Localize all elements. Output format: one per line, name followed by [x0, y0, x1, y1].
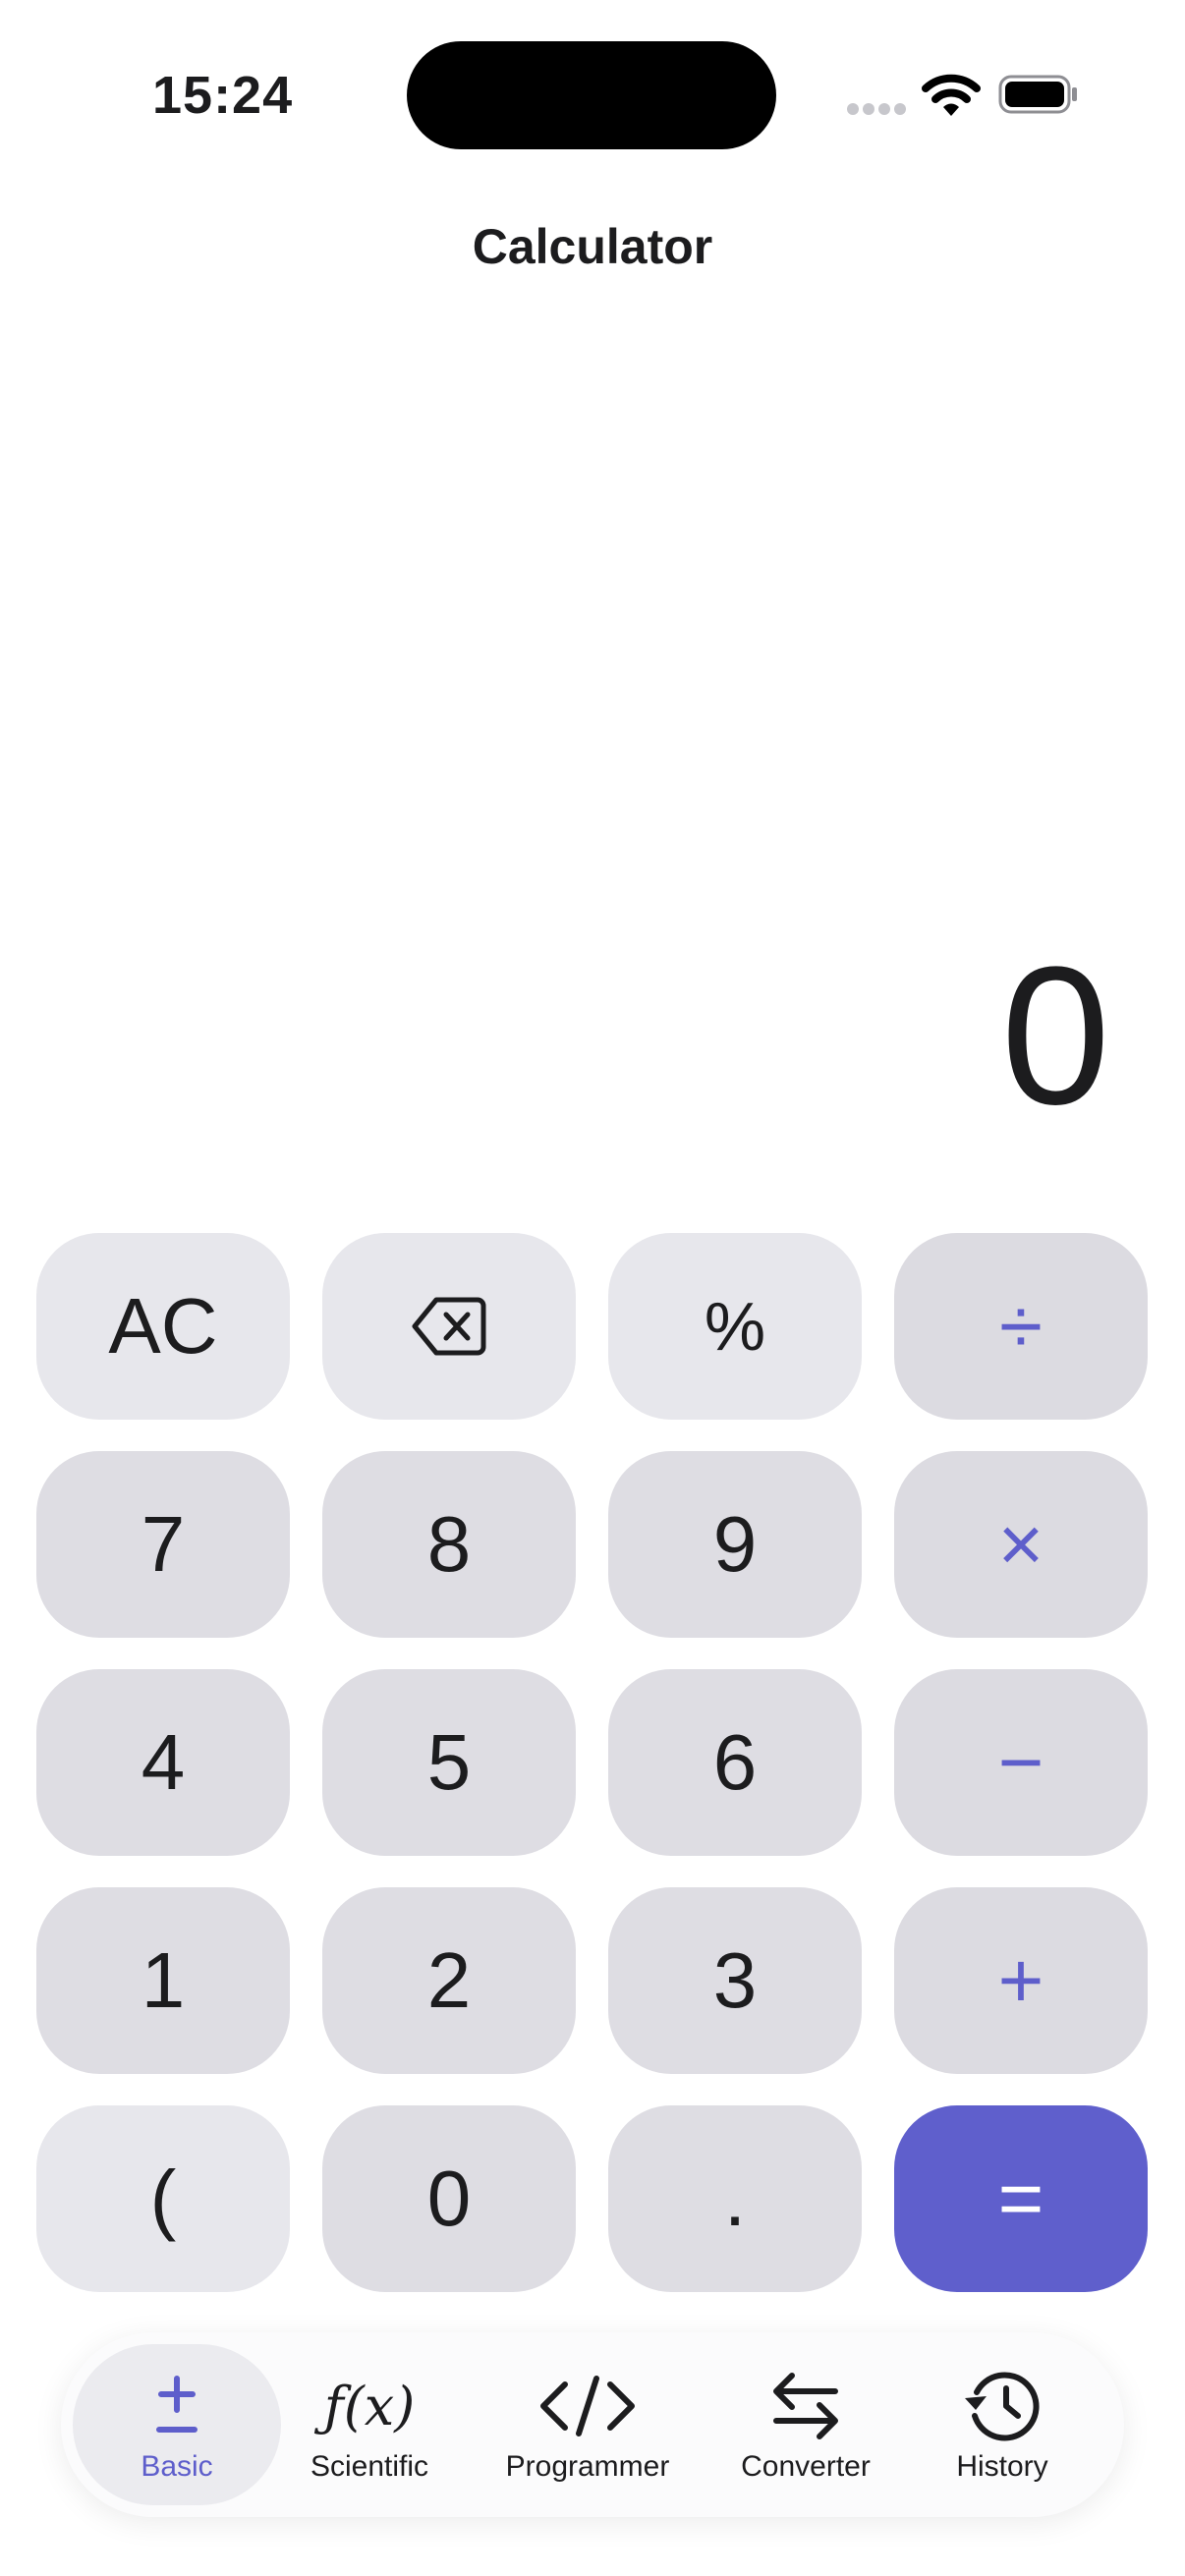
digit-9-button[interactable]: 9	[608, 1451, 862, 1638]
equals-button[interactable]: =	[894, 2105, 1148, 2292]
dynamic-island	[407, 41, 776, 149]
function-icon: ƒ(x)	[323, 2375, 416, 2437]
decimal-button[interactable]: .	[608, 2105, 862, 2292]
tab-label: Converter	[741, 2450, 871, 2483]
backspace-icon	[412, 1297, 486, 1356]
tab-history[interactable]: History	[898, 2344, 1106, 2505]
percent-button[interactable]: %	[608, 1233, 862, 1420]
page-title: Calculator	[472, 219, 713, 274]
tab-label: Basic	[141, 2450, 213, 2483]
tab-scientific[interactable]: ƒ(x) Scientific	[265, 2344, 474, 2505]
digit-6-button[interactable]: 6	[608, 1669, 862, 1856]
tab-bar: Basic ƒ(x) Scientific Programmer Convert…	[61, 2332, 1124, 2517]
wifi-icon	[922, 74, 981, 116]
battery-icon	[998, 75, 1077, 114]
digit-0-button[interactable]: 0	[322, 2105, 576, 2292]
code-icon	[539, 2366, 636, 2446]
history-icon	[963, 2366, 1042, 2446]
backspace-button[interactable]	[322, 1233, 576, 1420]
digit-7-button[interactable]: 7	[36, 1451, 290, 1638]
tab-label: Scientific	[310, 2450, 429, 2483]
multiply-button[interactable]: ×	[894, 1451, 1148, 1638]
tab-label: History	[956, 2450, 1048, 2483]
tab-basic[interactable]: Basic	[73, 2344, 281, 2505]
digit-8-button[interactable]: 8	[322, 1451, 576, 1638]
digit-3-button[interactable]: 3	[608, 1887, 862, 2074]
tab-converter[interactable]: Converter	[702, 2344, 910, 2505]
status-time: 15:24	[152, 66, 294, 125]
digit-2-button[interactable]: 2	[322, 1887, 576, 2074]
minus-button[interactable]: −	[894, 1669, 1148, 1856]
arrows-swap-icon	[770, 2366, 841, 2446]
divide-button[interactable]: ÷	[894, 1233, 1148, 1420]
result-display: 0	[1000, 926, 1110, 1146]
tab-programmer[interactable]: Programmer	[483, 2344, 692, 2505]
parenthesis-button[interactable]: (	[36, 2105, 290, 2292]
tab-label: Programmer	[505, 2450, 670, 2483]
digit-5-button[interactable]: 5	[322, 1669, 576, 1856]
clear-button[interactable]: AC	[36, 1233, 290, 1420]
digit-1-button[interactable]: 1	[36, 1887, 290, 2074]
digit-4-button[interactable]: 4	[36, 1669, 290, 1856]
plus-minus-icon	[153, 2366, 200, 2446]
plus-button[interactable]: +	[894, 1887, 1148, 2074]
